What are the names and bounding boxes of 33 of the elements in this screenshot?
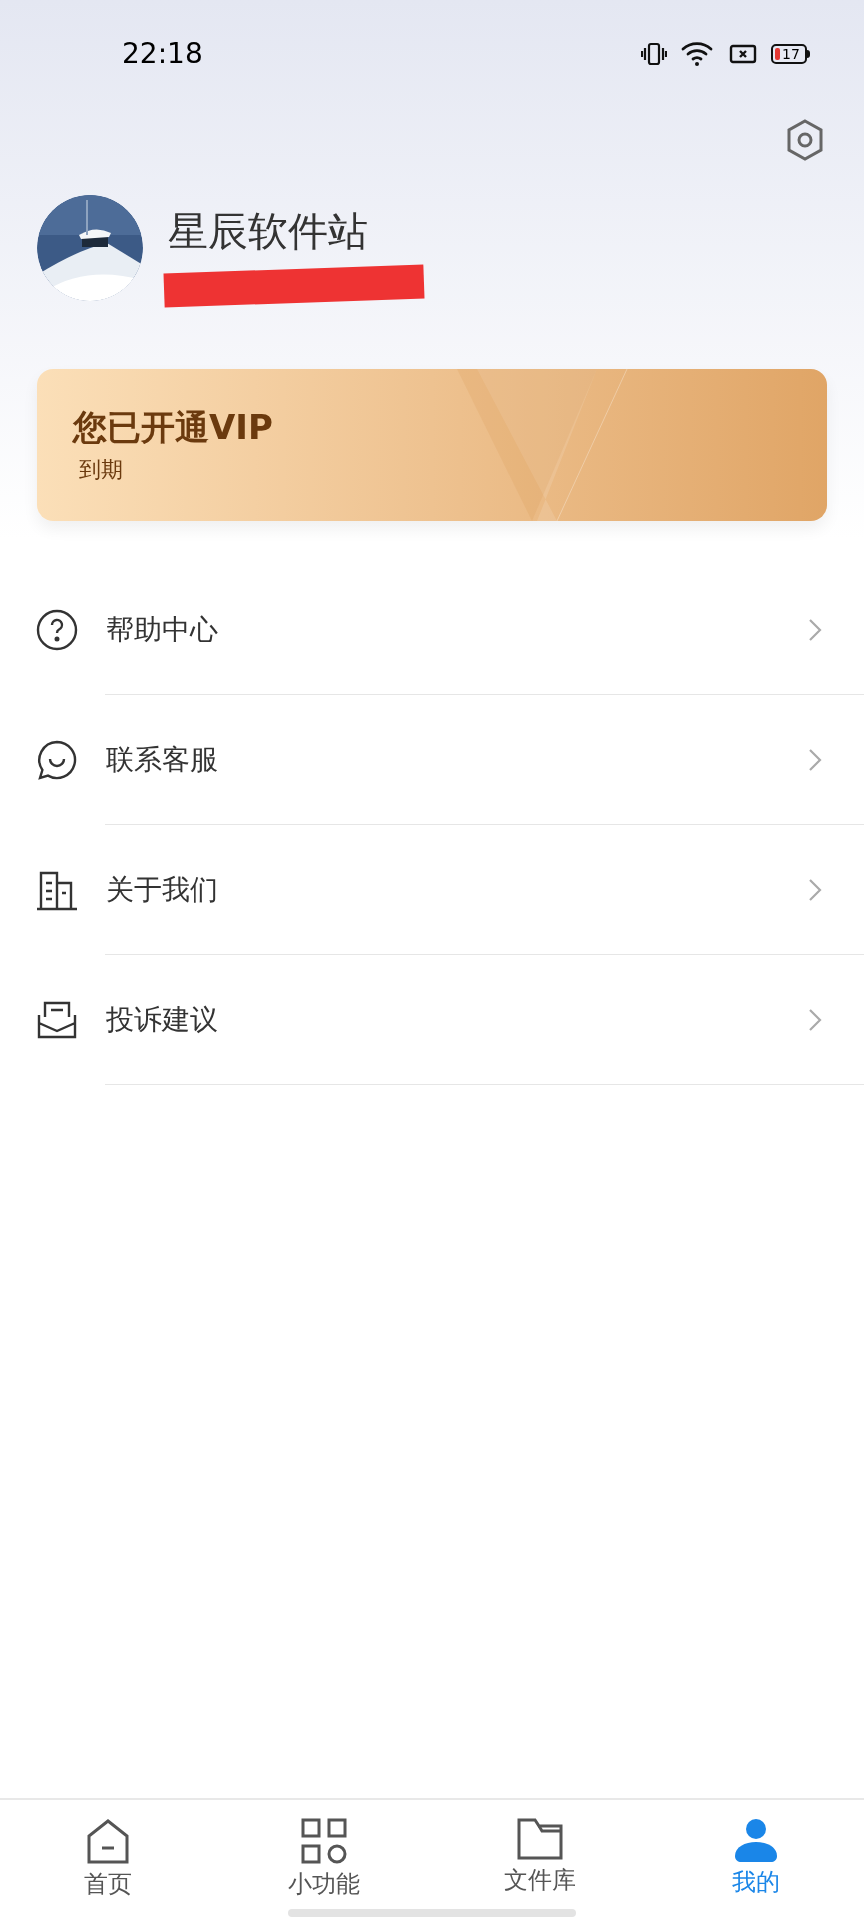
grid-icon: [301, 1818, 347, 1864]
menu-label: 关于我们: [106, 872, 219, 908]
chevron-icon: [808, 748, 822, 772]
chat-icon: [36, 739, 78, 781]
status-time: 22:18: [122, 36, 203, 72]
person-icon: [733, 1818, 779, 1862]
nav-tab[interactable]: 我的: [648, 1800, 864, 1920]
menu-item[interactable]: 联系客服: [0, 695, 864, 825]
vip-title: 您已开通VIP: [73, 405, 274, 449]
help-icon: [36, 609, 78, 651]
vip-card[interactable]: 您已开通VIP 到期: [37, 369, 827, 521]
menu-item[interactable]: 投诉建议: [0, 955, 864, 1085]
menu-item[interactable]: 帮助中心: [0, 565, 864, 695]
chevron-icon: [808, 618, 822, 642]
home-icon: [86, 1818, 130, 1864]
nav-tab[interactable]: 首页: [0, 1800, 216, 1920]
nav-tab[interactable]: 文件库: [432, 1800, 648, 1920]
building-icon: [35, 869, 79, 911]
chevron-icon: [808, 878, 822, 902]
nav-tab[interactable]: 小功能: [216, 1800, 432, 1920]
battery-icon: 17: [771, 44, 810, 64]
menu-label: 联系客服: [106, 742, 219, 778]
menu-label: 投诉建议: [106, 1002, 219, 1038]
vibrate-icon: [641, 41, 667, 67]
sim-icon: [729, 43, 757, 65]
vip-expiry: 到期: [79, 455, 124, 484]
menu-label: 帮助中心: [106, 612, 219, 648]
wifi-icon: [681, 40, 715, 68]
menu-item[interactable]: 关于我们: [0, 825, 864, 955]
chevron-icon: [808, 1008, 822, 1032]
mail-icon: [36, 999, 78, 1041]
profile-name: 星辰软件站: [168, 207, 369, 256]
folder-icon: [517, 1818, 563, 1860]
